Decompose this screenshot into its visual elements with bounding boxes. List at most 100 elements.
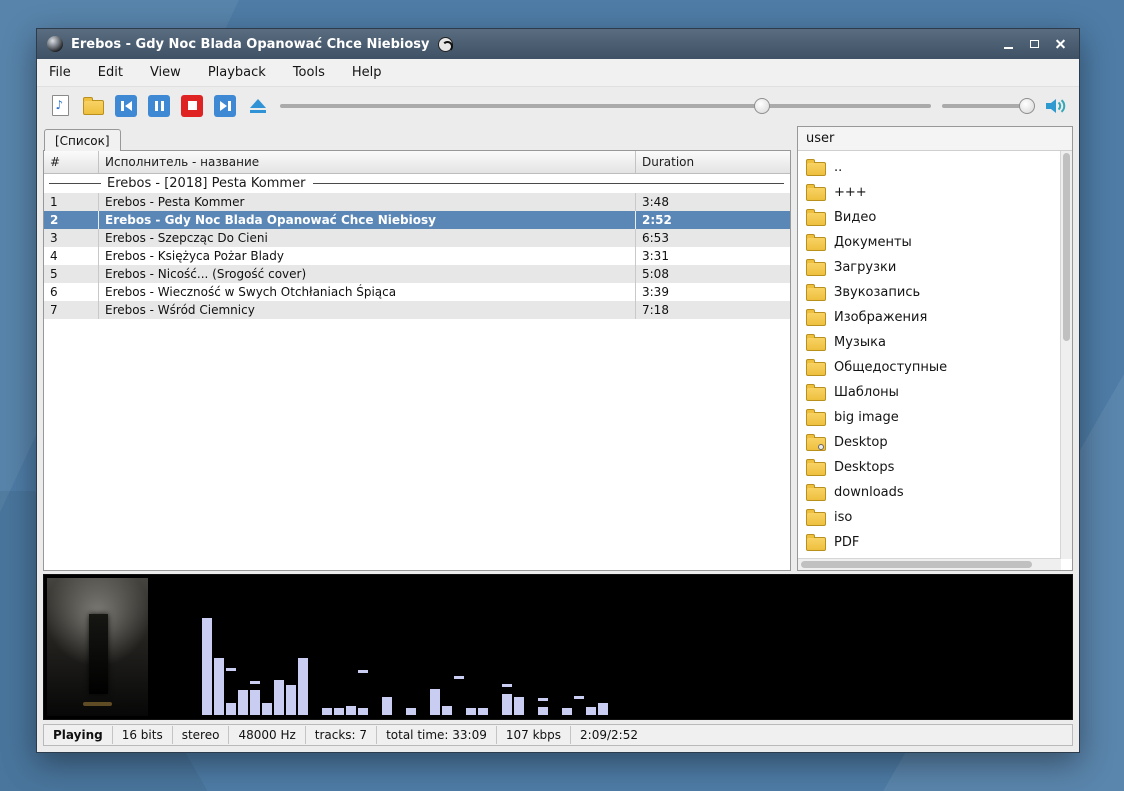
folder-name: ..	[834, 160, 842, 175]
playlist-rows: 1 Erebos - Pesta Kommer 3:48 2 Erebos - …	[44, 193, 790, 319]
folder-item[interactable]: Общедоступные	[806, 355, 1058, 380]
folder-item[interactable]: Документы	[806, 230, 1058, 255]
vertical-scrollbar[interactable]	[1060, 151, 1072, 559]
minimize-button[interactable]	[999, 36, 1017, 52]
menu-file[interactable]: File	[49, 65, 71, 80]
volume-slider[interactable]	[942, 96, 1034, 116]
folder-name: Изображения	[834, 310, 927, 325]
folder-icon	[806, 512, 826, 526]
spectrum-bar	[226, 579, 236, 715]
group-title: Erebos - [2018] Pesta Kommer	[101, 176, 305, 191]
track-duration: 2:52	[636, 211, 790, 229]
folder-item[interactable]: +++	[806, 180, 1058, 205]
column-header-number[interactable]: #	[44, 151, 99, 173]
spectrum-bar	[418, 579, 428, 715]
track-number: 4	[44, 247, 99, 265]
add-file-button[interactable]	[49, 95, 71, 117]
column-header-artist-title[interactable]: Исполнитель - название	[99, 151, 636, 173]
spectrum-bar	[394, 579, 404, 715]
folder-icon	[806, 412, 826, 426]
playlist-row[interactable]: 2 Erebos - Gdy Noc Blada Opanować Chce N…	[44, 211, 790, 229]
vertical-scrollbar-thumb[interactable]	[1063, 153, 1070, 341]
seek-slider[interactable]	[280, 96, 931, 116]
column-header-duration[interactable]: Duration	[636, 151, 790, 173]
playlist-panel: # Исполнитель - название Duration Erebos…	[43, 150, 791, 571]
folder-icon	[806, 337, 826, 351]
horizontal-scrollbar-thumb[interactable]	[801, 561, 1032, 568]
playlist-row[interactable]: 6 Erebos - Wieczność w Swych Otchłaniach…	[44, 283, 790, 301]
playlist-row[interactable]: 7 Erebos - Wśród Ciemnicy 7:18	[44, 301, 790, 319]
playlist-row[interactable]: 5 Erebos - Nicość... (Srogość cover) 5:0…	[44, 265, 790, 283]
group-line	[313, 183, 784, 184]
menu-tools[interactable]: Tools	[293, 65, 325, 80]
pause-button[interactable]	[148, 95, 170, 117]
next-button[interactable]	[214, 95, 236, 117]
add-file-icon	[52, 95, 69, 116]
playlist-row[interactable]: 3 Erebos - Szepcząc Do Cieni 6:53	[44, 229, 790, 247]
spectrum-bar	[334, 579, 344, 715]
folder-icon	[806, 187, 826, 201]
track-number: 5	[44, 265, 99, 283]
menu-view[interactable]: View	[150, 65, 181, 80]
track-duration: 7:18	[636, 301, 790, 319]
album-group-header[interactable]: Erebos - [2018] Pesta Kommer	[44, 174, 790, 193]
folder-name: Звукозапись	[834, 285, 920, 300]
volume-icon[interactable]	[1045, 97, 1067, 115]
playlist-row[interactable]: 1 Erebos - Pesta Kommer 3:48	[44, 193, 790, 211]
volume-handle[interactable]	[1019, 98, 1035, 114]
track-title: Erebos - Pesta Kommer	[99, 193, 636, 211]
menu-playback[interactable]: Playback	[208, 65, 266, 80]
folder-item[interactable]: ..	[806, 155, 1058, 180]
folder-item[interactable]: Desktop	[806, 430, 1058, 455]
folder-name: Desktops	[834, 460, 894, 475]
spectrum-bar	[466, 579, 476, 715]
status-track-count: tracks: 7	[306, 726, 377, 744]
folder-icon	[806, 287, 826, 301]
menu-help[interactable]: Help	[352, 65, 382, 80]
horizontal-scrollbar[interactable]	[798, 558, 1061, 570]
folder-item[interactable]: PDF	[806, 530, 1058, 555]
folder-item[interactable]: big image	[806, 405, 1058, 430]
folder-item[interactable]: Видео	[806, 205, 1058, 230]
spectrum-bar	[478, 579, 488, 715]
folder-item[interactable]: Desktops	[806, 455, 1058, 480]
folder-icon	[806, 262, 826, 276]
seek-handle[interactable]	[754, 98, 770, 114]
track-duration: 3:31	[636, 247, 790, 265]
folder-item[interactable]: iso	[806, 505, 1058, 530]
spectrum-peak	[454, 676, 464, 679]
window-title: Erebos - Gdy Noc Blada Opanować Chce Nie…	[71, 37, 430, 52]
folder-item[interactable]: Шаблоны	[806, 380, 1058, 405]
track-duration: 3:39	[636, 283, 790, 301]
folder-item[interactable]: Звукозапись	[806, 280, 1058, 305]
folder-item[interactable]: downloads	[806, 480, 1058, 505]
spectrum-bar	[550, 579, 560, 715]
open-folder-icon	[83, 100, 104, 115]
previous-button[interactable]	[115, 95, 137, 117]
playlist-row[interactable]: 4 Erebos - Księżyca Pożar Blady 3:31	[44, 247, 790, 265]
folder-item[interactable]: Музыка	[806, 330, 1058, 355]
seek-track[interactable]	[280, 104, 931, 108]
previous-icon	[121, 101, 132, 111]
menu-edit[interactable]: Edit	[98, 65, 123, 80]
track-title: Erebos - Nicość... (Srogość cover)	[99, 265, 636, 283]
track-number: 2	[44, 211, 99, 229]
folder-icon	[806, 387, 826, 401]
status-channels: stereo	[173, 726, 230, 744]
spectrum-bar	[238, 579, 248, 715]
stop-button[interactable]	[181, 95, 203, 117]
open-folder-button[interactable]	[82, 95, 104, 117]
file-browser-header[interactable]: user	[798, 127, 1072, 151]
spectrum-peak	[502, 684, 512, 687]
folder-item[interactable]: Загрузки	[806, 255, 1058, 280]
spectrum-bar	[358, 579, 368, 715]
track-title: Erebos - Księżyca Pożar Blady	[99, 247, 636, 265]
playlist-tab[interactable]: [Список]	[44, 129, 121, 151]
eject-button[interactable]	[247, 95, 269, 117]
titlebar[interactable]: Erebos - Gdy Noc Blada Opanować Chce Nie…	[37, 29, 1079, 59]
maximize-button[interactable]	[1025, 36, 1043, 52]
close-button[interactable]	[1051, 36, 1069, 52]
status-bitrate: 107 kbps	[497, 726, 571, 744]
spectrum-bar	[454, 579, 464, 715]
folder-item[interactable]: Изображения	[806, 305, 1058, 330]
